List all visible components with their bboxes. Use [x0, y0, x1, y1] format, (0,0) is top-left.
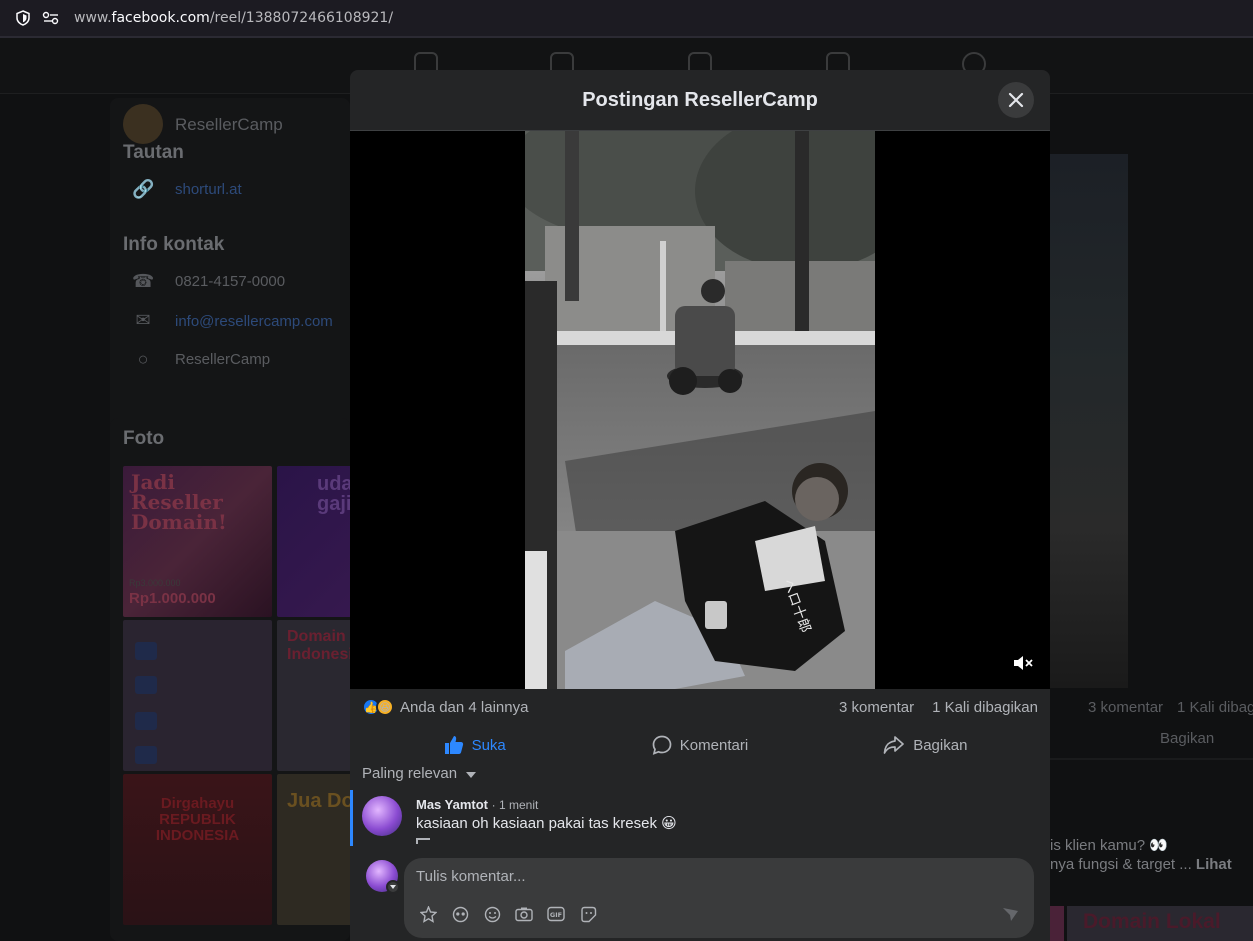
close-icon [1008, 92, 1024, 108]
url-text[interactable]: www.facebook.com/reel/1388072466108921/ [74, 10, 393, 26]
bg-banner: Domain Lokal [1067, 906, 1253, 941]
page-avatar [123, 104, 163, 144]
phone-number: 0821-4157-0000 [175, 273, 286, 290]
comment-composer: GIF [404, 858, 1034, 938]
comment-label: Komentari [679, 736, 749, 754]
muted-speaker-icon [1014, 656, 1033, 670]
shield-icon[interactable] [14, 9, 32, 27]
photo-thumb: Jadi Reseller Domain! Rp3.000.000 Rp1.00… [123, 466, 272, 617]
emoji-icon[interactable] [482, 904, 502, 924]
video-player[interactable]: へロ十郎 [350, 131, 1050, 689]
email-icon: ✉ [135, 310, 151, 330]
page-name: ResellerCamp [175, 115, 283, 134]
browser-address-bar: www.facebook.com/reel/1388072466108921/ [0, 0, 1253, 36]
like-button[interactable]: Suka [362, 725, 587, 765]
comment-text: kasiaan oh kasiaan pakai tas kresek 😀 [416, 815, 677, 832]
website-link: shorturl.at [175, 181, 242, 198]
bg-post-text: is klien kamu? 👀 [1050, 837, 1168, 854]
photo-thumb: Dirgahayu REPUBLIK INDONESIA [123, 774, 272, 925]
reactions-label[interactable]: Anda dan 4 lainnya [400, 699, 528, 716]
send-icon[interactable] [1000, 904, 1020, 924]
sticker-icon[interactable] [578, 904, 598, 924]
thumbs-up-icon [444, 736, 463, 754]
bg-share-button: Bagikan [1160, 730, 1215, 747]
bg-shares-count: 1 Kali dibag [1177, 699, 1253, 716]
bg-banner-edge [1050, 906, 1064, 941]
comment-time[interactable]: · 1 menit [492, 798, 539, 812]
close-button[interactable] [998, 82, 1034, 118]
comment-author-row: Mas Yamtot · 1 menit [416, 797, 538, 812]
like-label: Suka [471, 736, 506, 754]
sort-label: Paling relevan [362, 765, 458, 782]
sort-dropdown[interactable]: Paling relevan [362, 765, 477, 782]
comment-actions-clipped [416, 838, 496, 844]
modal-header: Postingan ResellerCamp [350, 70, 1050, 131]
divider [1050, 758, 1253, 760]
comment-button[interactable]: Komentari [587, 725, 812, 765]
comment-item: Mas Yamtot · 1 menit kasiaan oh kasiaan … [350, 790, 1050, 846]
phone-icon: ☎ [132, 271, 155, 291]
haha-reaction-icon[interactable]: 😆 [376, 698, 394, 716]
bg-comments-count: 3 komentar [1088, 699, 1164, 716]
contact-heading: Info kontak [123, 234, 225, 255]
reel-video[interactable]: へロ十郎 [525, 131, 875, 689]
modal-title: Postingan ResellerCamp [582, 88, 818, 111]
photo-thumb [123, 620, 272, 771]
avatar-sticker-icon[interactable] [418, 904, 438, 924]
avatar-dropdown-icon[interactable] [386, 880, 400, 894]
email-link: info@resellercamp.com [175, 313, 333, 330]
messenger-icon: ○ [137, 349, 149, 369]
avatar-icon[interactable] [450, 904, 470, 924]
camera-icon[interactable] [514, 904, 534, 924]
comment-author[interactable]: Mas Yamtot [416, 797, 488, 812]
reactions-summary: 👍 😆 Anda dan 4 lainnya 3 komentar 1 Kali… [350, 689, 1050, 725]
svg-text:GIF: GIF [550, 911, 562, 919]
comment-highlight-bar [350, 790, 353, 846]
comments-count[interactable]: 3 komentar [839, 699, 914, 716]
tautan-heading: Tautan [123, 142, 184, 158]
post-modal: Postingan ResellerCamp へロ十郎 👍 😆 Anda dan… [350, 70, 1050, 941]
share-button[interactable]: Bagikan [813, 725, 1038, 765]
share-label: Bagikan [913, 736, 968, 754]
link-icon: 🔗 [132, 179, 155, 199]
share-icon [883, 736, 905, 754]
site-permissions-icon[interactable] [42, 9, 60, 27]
photos-heading: Foto [123, 428, 165, 449]
avatar[interactable] [362, 796, 402, 836]
messenger-name: ResellerCamp [175, 351, 271, 368]
mute-button[interactable] [1012, 654, 1034, 677]
comment-input[interactable] [416, 868, 1016, 885]
caret-down-icon [466, 772, 477, 778]
comment-icon [652, 735, 672, 755]
post-image [1050, 154, 1128, 688]
post-actions: Suka Komentari Bagikan [362, 725, 1038, 765]
shares-count[interactable]: 1 Kali dibagikan [932, 699, 1038, 716]
bg-post-text: nya fungsi & target ... Lihat [1050, 856, 1232, 873]
gif-icon[interactable]: GIF [546, 904, 566, 924]
